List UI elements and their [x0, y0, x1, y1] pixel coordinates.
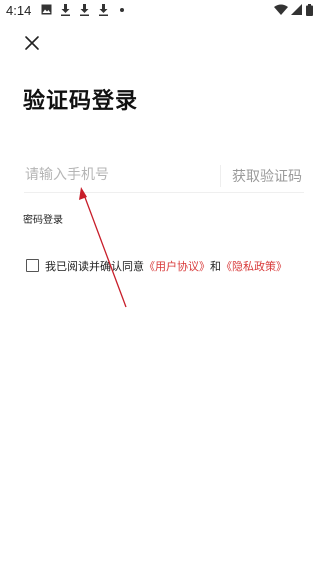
get-verification-code-button[interactable]: 获取验证码 — [232, 166, 302, 186]
agreement-text: 我已阅读并确认同意《用户协议》和《隐私政策》 — [45, 258, 287, 274]
close-icon — [25, 36, 39, 50]
signal-icon — [291, 4, 303, 16]
battery-icon — [306, 4, 313, 16]
phone-input-row: 获取验证码 — [24, 160, 304, 193]
password-login-link[interactable]: 密码登录 — [23, 211, 63, 226]
dot-icon — [120, 8, 132, 20]
user-agreement-link[interactable]: 《用户协议》 — [144, 260, 210, 273]
agreement-prefix: 我已阅读并确认同意 — [45, 260, 144, 273]
login-screen: 4:14 验证码登录 请输入手机号 获取验证码 密码登录 我已阅读并确认同意《用… — [0, 0, 320, 568]
wifi-icon — [274, 4, 288, 16]
download-icon — [79, 4, 91, 16]
phone-number-input[interactable] — [24, 160, 215, 190]
status-bar: 4:14 — [0, 0, 320, 22]
download-icon — [60, 4, 72, 16]
agreement-checkbox[interactable] — [26, 259, 39, 272]
status-time: 4:14 — [6, 3, 32, 18]
image-icon — [41, 4, 53, 16]
download-icon — [98, 4, 110, 16]
close-button[interactable] — [22, 33, 42, 53]
agreement-conjunction: 和 — [210, 260, 221, 273]
privacy-policy-link[interactable]: 《隐私政策》 — [221, 260, 287, 273]
page-title: 验证码登录 — [23, 89, 139, 114]
input-divider — [220, 165, 221, 187]
